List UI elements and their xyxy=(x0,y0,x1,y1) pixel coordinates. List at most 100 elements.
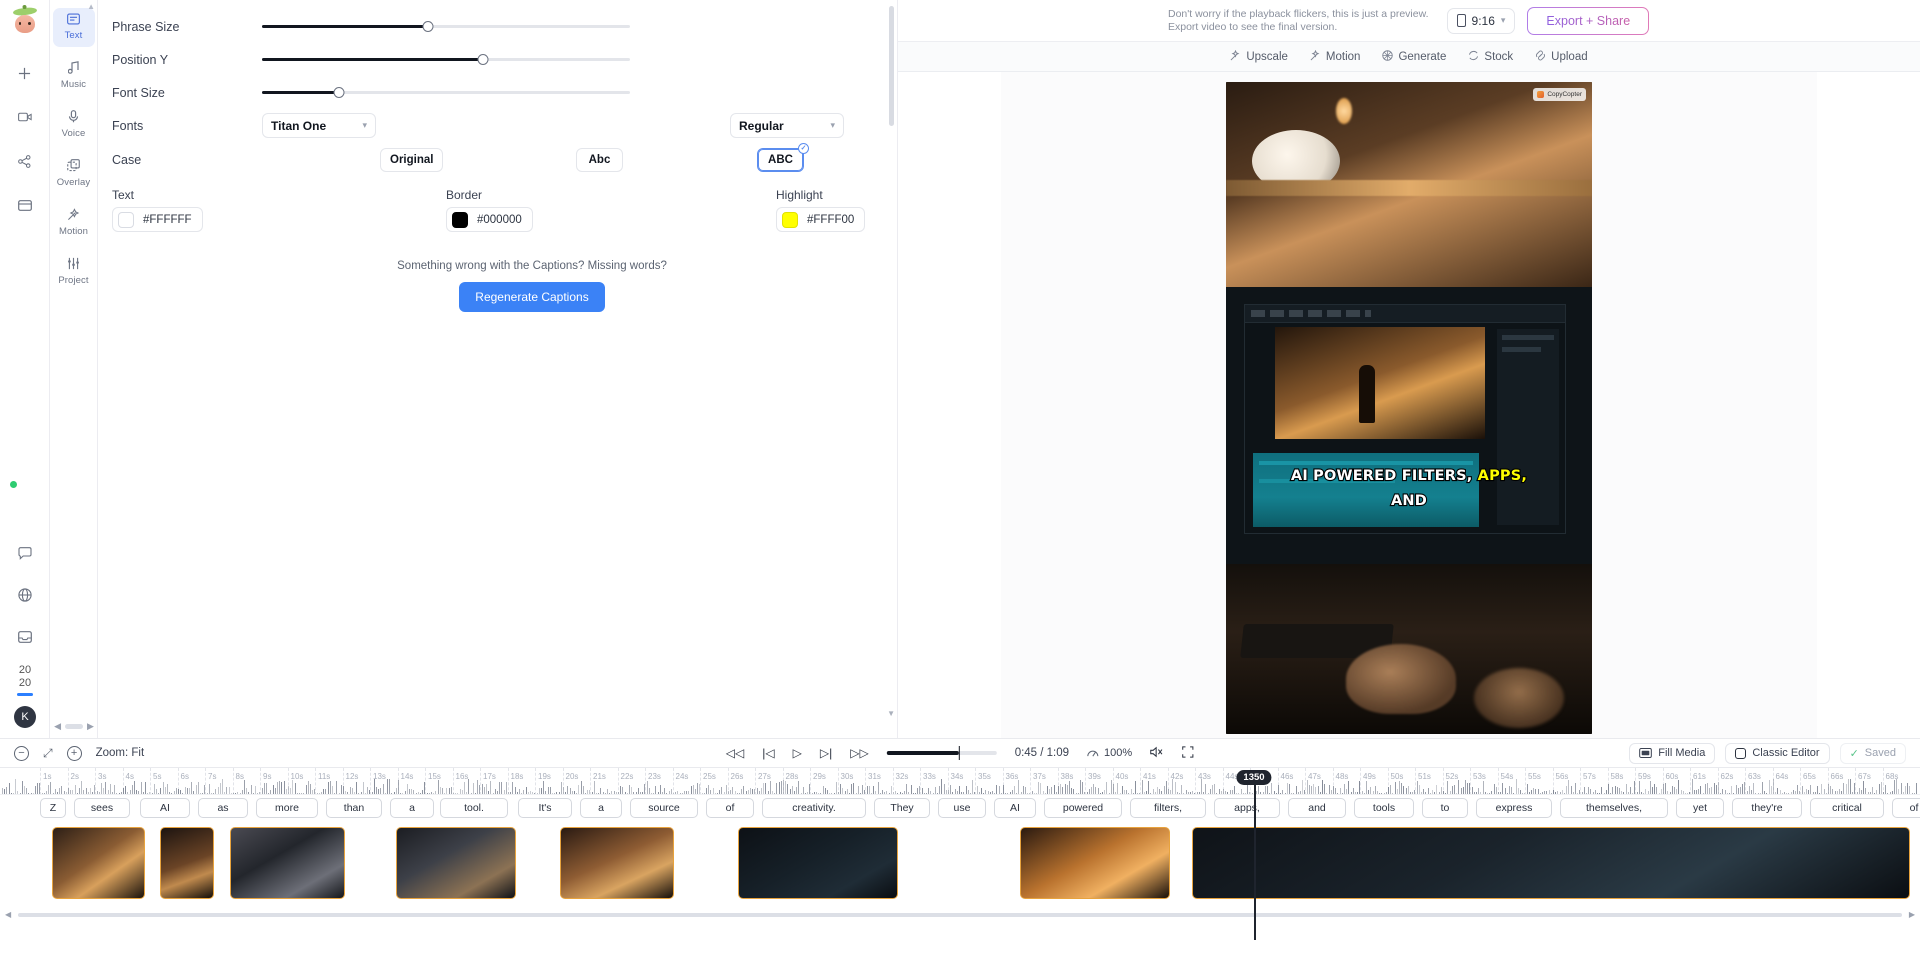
clip-3[interactable] xyxy=(230,827,345,899)
clip-7[interactable] xyxy=(1020,827,1170,899)
caption-word-chip[interactable]: of xyxy=(706,798,754,818)
rail-item-globe[interactable] xyxy=(8,580,42,610)
tab-overlay[interactable]: Overlay xyxy=(53,154,95,194)
case-option-upper[interactable]: ABC ✓ xyxy=(757,143,809,172)
scroll-left-icon[interactable]: ◀ xyxy=(5,910,11,919)
caption-word-chip[interactable]: apps, xyxy=(1214,798,1280,818)
text-color-input[interactable]: #FFFFFF xyxy=(112,207,203,232)
progress-handle[interactable] xyxy=(958,746,961,760)
border-color-swatch[interactable] xyxy=(452,211,468,228)
case-option-sentence[interactable]: Abc xyxy=(576,148,623,172)
caption-word-chip[interactable]: to xyxy=(1422,798,1468,818)
caption-word-chip[interactable]: critical xyxy=(1810,798,1884,818)
settings-scroll-down-icon[interactable]: ▼ xyxy=(887,709,895,718)
caption-word-chip[interactable]: They xyxy=(874,798,930,818)
zoom-fit-icon[interactable]: ⤢ xyxy=(43,746,53,761)
clip-2[interactable] xyxy=(160,827,214,899)
zoom-out-icon[interactable]: − xyxy=(14,745,29,761)
caption-word-chip[interactable]: AI xyxy=(994,798,1036,818)
caption-word-chip[interactable]: yet xyxy=(1676,798,1724,818)
rail-item-chat[interactable] xyxy=(8,538,42,568)
caption-word-chip[interactable]: Z xyxy=(40,798,66,818)
fill-media-button[interactable]: Fill Media xyxy=(1629,742,1716,764)
next-frame-button[interactable]: ▷| xyxy=(820,746,832,760)
export-share-button[interactable]: Export + Share xyxy=(1527,7,1649,35)
caption-word-chip[interactable]: creativity. xyxy=(762,798,866,818)
tabs-pager-right-icon[interactable]: ▶ xyxy=(87,721,94,732)
tab-text[interactable]: Text xyxy=(52,8,95,47)
video-caption[interactable]: AI POWERED FILTERS, APPS, AND xyxy=(1226,464,1592,514)
clip-8[interactable] xyxy=(1192,827,1910,899)
scroll-right-icon[interactable]: ▶ xyxy=(1909,910,1915,919)
clip-4[interactable] xyxy=(396,827,516,899)
caption-word-chip[interactable]: powered xyxy=(1044,798,1122,818)
highlight-color-input[interactable]: #FFFF00 xyxy=(776,207,866,232)
border-color-input[interactable]: #000000 xyxy=(446,207,533,232)
font-size-slider[interactable] xyxy=(262,86,630,100)
caption-word-chip[interactable]: It's xyxy=(518,798,572,818)
phrase-size-slider[interactable] xyxy=(262,20,630,34)
rail-item-add[interactable] xyxy=(8,58,42,88)
mute-icon[interactable] xyxy=(1150,746,1164,761)
caption-word-chip[interactable]: express xyxy=(1476,798,1552,818)
media-clips-track[interactable] xyxy=(0,825,1920,909)
case-option-original[interactable]: Original xyxy=(380,148,444,172)
caption-word-chip[interactable]: as xyxy=(198,798,248,818)
tab-project[interactable]: Project xyxy=(53,252,95,292)
tab-music[interactable]: Music xyxy=(53,56,95,96)
toolbar-generate[interactable]: Generate xyxy=(1382,49,1446,64)
rail-item-card[interactable] xyxy=(8,190,42,220)
video-canvas[interactable]: CopyCopter AI POWERED FILTERS, APPS, AND xyxy=(1226,82,1592,734)
playhead-line[interactable] xyxy=(1254,770,1256,940)
slider-knob[interactable] xyxy=(333,87,345,98)
play-button[interactable]: ▷ xyxy=(793,746,802,760)
font-family-select[interactable]: Titan One ▾ xyxy=(262,113,376,138)
highlight-color-swatch[interactable] xyxy=(782,211,798,228)
rail-item-inbox[interactable] xyxy=(8,622,42,652)
app-logo[interactable] xyxy=(10,6,40,36)
text-color-swatch[interactable] xyxy=(118,211,134,228)
clip-6[interactable] xyxy=(738,827,898,899)
caption-word-chip[interactable]: of xyxy=(1892,798,1920,818)
tabs-pager-left-icon[interactable]: ◀ xyxy=(54,721,61,732)
playhead-badge[interactable]: 1350 xyxy=(1236,770,1272,785)
rail-item-video[interactable] xyxy=(8,102,42,132)
tabs-scroll-up-icon[interactable]: ▲ xyxy=(87,2,95,11)
hscroll-bar[interactable] xyxy=(18,913,1902,917)
toolbar-motion[interactable]: Motion xyxy=(1310,49,1360,64)
zoom-in-icon[interactable]: + xyxy=(66,745,82,761)
font-weight-select[interactable]: Regular ▾ xyxy=(730,113,844,138)
rewind-button[interactable]: ◁◁ xyxy=(726,746,744,760)
avatar[interactable]: K xyxy=(14,706,36,728)
tabs-pager-bar[interactable] xyxy=(65,724,83,729)
rail-item-share[interactable] xyxy=(8,146,42,176)
settings-scrollbar[interactable] xyxy=(889,6,894,126)
clip-5[interactable] xyxy=(560,827,674,899)
toolbar-upload[interactable]: Upload xyxy=(1535,50,1588,64)
caption-word-chip[interactable]: source xyxy=(630,798,698,818)
caption-word-chip[interactable]: they're xyxy=(1732,798,1802,818)
slider-knob[interactable] xyxy=(422,21,434,32)
caption-word-chip[interactable]: AI xyxy=(140,798,190,818)
playback-progress[interactable] xyxy=(886,746,997,760)
tab-voice[interactable]: Voice xyxy=(53,105,95,145)
forward-button[interactable]: ▷▷ xyxy=(850,746,868,760)
classic-editor-toggle[interactable]: Classic Editor xyxy=(1725,742,1830,764)
caption-word-chip[interactable]: tools xyxy=(1354,798,1414,818)
position-y-slider[interactable] xyxy=(262,53,630,67)
caption-word-chip[interactable]: sees xyxy=(74,798,130,818)
timeline-ruler[interactable]: 1s 2s 3s 4s 5s 6s 7s 8s 9s 10s 11s 12s 13s 14s 15s 16s 1… xyxy=(0,768,1920,795)
caption-word-chip[interactable]: a xyxy=(390,798,434,818)
tab-motion[interactable]: Motion xyxy=(53,203,95,243)
aspect-ratio-select[interactable]: 9:16 ▾ xyxy=(1446,7,1516,34)
caption-word-chip[interactable]: than xyxy=(326,798,382,818)
caption-word-chip[interactable]: tool. xyxy=(440,798,508,818)
clip-1[interactable] xyxy=(52,827,145,899)
toolbar-stock[interactable]: Stock xyxy=(1468,50,1513,64)
toolbar-upscale[interactable]: Upscale xyxy=(1230,49,1288,64)
regenerate-captions-button[interactable]: Regenerate Captions xyxy=(459,282,605,312)
speed-control[interactable]: 100% xyxy=(1087,747,1132,759)
slider-knob[interactable] xyxy=(477,54,489,65)
checkbox-icon[interactable] xyxy=(1735,747,1747,759)
prev-frame-button[interactable]: |◁ xyxy=(762,746,774,760)
